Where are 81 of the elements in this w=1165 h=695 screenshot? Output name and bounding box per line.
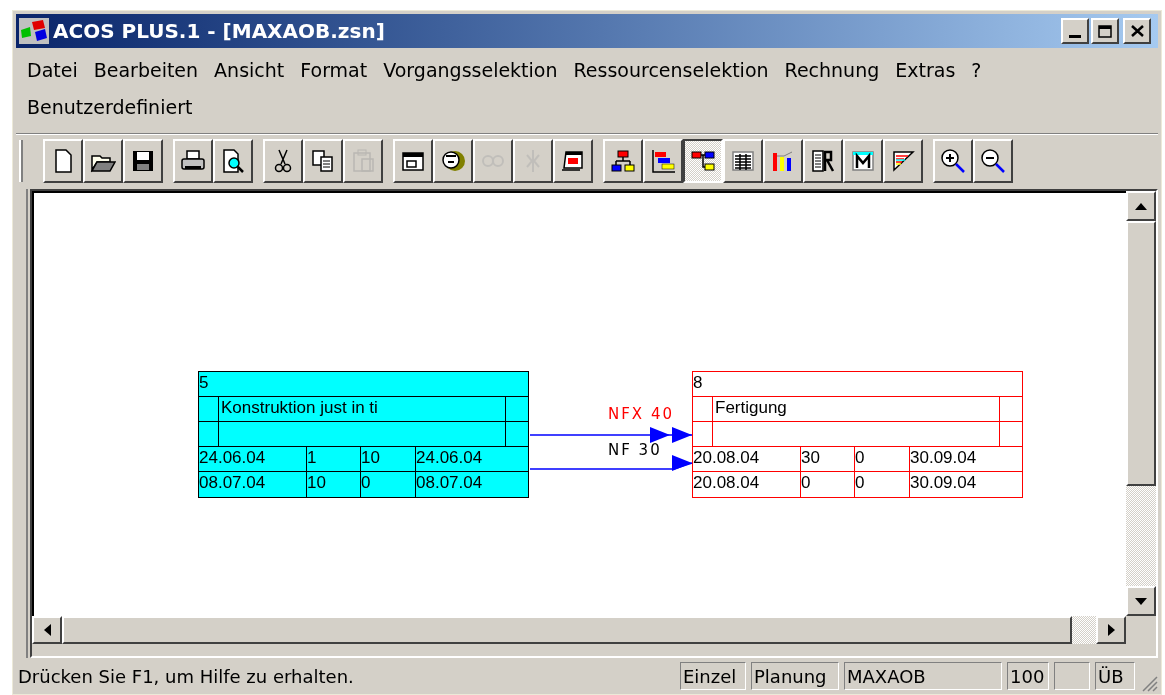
maximize-icon — [1098, 24, 1112, 38]
node-cell: 1 — [307, 447, 361, 472]
clipboard-icon — [350, 148, 376, 174]
node-number: 8 — [693, 372, 1022, 397]
status-panel: MAXAOB — [844, 662, 1002, 690]
toolbar-button[interactable] — [683, 139, 723, 183]
vertical-scrollbar[interactable] — [1126, 191, 1156, 616]
node-cell: 0 — [855, 447, 910, 472]
up-arrow-icon — [1135, 202, 1147, 210]
node-cell: 24.06.04 — [416, 447, 528, 472]
close-button[interactable] — [1123, 18, 1151, 44]
node-cell — [199, 397, 219, 422]
status-panel: Einzel — [680, 662, 746, 690]
scroll-right-button[interactable] — [1096, 616, 1127, 644]
triangle-icon — [890, 148, 916, 174]
node-cell: 24.06.04 — [199, 447, 307, 472]
menu-item[interactable]: Vorgangsselektion — [375, 52, 566, 89]
scroll-left-button[interactable] — [32, 616, 62, 644]
status-panel: ÜB — [1095, 662, 1135, 690]
node-cell: 10 — [307, 472, 361, 497]
node-cell: 30.09.04 — [910, 447, 1022, 472]
node-name: Fertigung — [713, 397, 1000, 422]
status-panel: Planung — [751, 662, 839, 690]
menu-item[interactable]: Ressourcenselektion — [565, 52, 777, 89]
node-cell: 30 — [801, 447, 855, 472]
status-message: Drücken Sie F1, um Hilfe zu erhalten. — [17, 664, 355, 689]
node-cell: 0 — [801, 472, 855, 497]
menu-item[interactable]: Rechnung — [776, 52, 888, 89]
node-cell-text: 08.07.04 — [416, 472, 484, 494]
link-arrow[interactable] — [529, 455, 693, 471]
scroll-down-button[interactable] — [1126, 586, 1156, 616]
diagram-canvas[interactable]: 5 Konstruktion just in ti 24.06.04 1 10 24.06.04 08.07.04 10 0 08.07.04 8 Fertigung 20.08.04 30 0 30.09.04 20.08.04 0 0 30.09.04 NFX 40 NF 30 — [32, 191, 1127, 616]
zoom-out-icon — [980, 148, 1006, 174]
node-cell: 20.08.04 — [693, 447, 801, 472]
frame-icon — [850, 148, 876, 174]
menu-item[interactable]: Bearbeiten — [85, 52, 207, 89]
menu-item[interactable]: Benutzerdefiniert — [19, 88, 201, 125]
activity-node[interactable]: 5 Konstruktion just in ti 24.06.04 1 10 24.06.04 08.07.04 10 0 08.07.04 — [198, 371, 529, 498]
link-label: NFX 40 — [608, 404, 674, 425]
zoom-in-icon — [940, 148, 966, 174]
left-arrow-icon — [43, 624, 51, 636]
status-panel: 100 — [1007, 662, 1049, 690]
down-arrow-icon — [1135, 597, 1147, 605]
window-title: ACOS PLUS.1 - [MAXAOB.zsn] — [53, 18, 385, 45]
activity-node[interactable]: 8 Fertigung 20.08.04 30 0 30.09.04 20.08.04 0 0 30.09.04 — [692, 371, 1023, 498]
tree-diagram-icon — [690, 148, 716, 174]
maximize-button[interactable] — [1091, 18, 1119, 44]
node-cell — [199, 422, 219, 447]
node-cell-text: 30.09.04 — [910, 472, 978, 494]
app-icon — [19, 16, 49, 46]
menu-item[interactable]: Datei — [19, 52, 86, 89]
minimize-button[interactable] — [1061, 18, 1089, 44]
table-icon — [730, 148, 756, 174]
resize-grip-icon[interactable] — [1140, 674, 1158, 692]
bar-chart-icon — [650, 148, 676, 174]
node-cell — [693, 397, 713, 422]
node-cell: 0 — [361, 472, 416, 497]
link-arrow[interactable] — [529, 427, 693, 443]
node-number: 5 — [199, 372, 528, 397]
node-cell: 08.07.04 — [199, 472, 307, 497]
right-arrow-icon — [1107, 624, 1115, 636]
node-cell: 20.08.04 — [693, 472, 801, 497]
node-cell — [693, 422, 713, 447]
node-cell: 0 — [855, 472, 910, 497]
report-icon — [810, 148, 836, 174]
scroll-thumb[interactable] — [1126, 221, 1156, 486]
node-name: Konstruktion just in ti — [219, 397, 506, 422]
node-cell: 10 — [361, 447, 416, 472]
close-icon — [1130, 25, 1144, 37]
scroll-track[interactable] — [1072, 616, 1097, 644]
minimize-icon — [1069, 35, 1081, 38]
calendar-icon — [560, 148, 586, 174]
link-label: NF 30 — [608, 440, 662, 461]
menu-item[interactable]: Extras — [887, 52, 964, 89]
page-magnifier-icon — [220, 148, 246, 174]
menu-item[interactable]: Format — [292, 52, 376, 89]
copy-icon — [310, 148, 336, 174]
menu-item[interactable]: ? — [963, 52, 990, 89]
org-chart-icon — [610, 148, 636, 174]
menu-item[interactable]: Ansicht — [206, 52, 293, 89]
scroll-up-button[interactable] — [1126, 191, 1156, 221]
